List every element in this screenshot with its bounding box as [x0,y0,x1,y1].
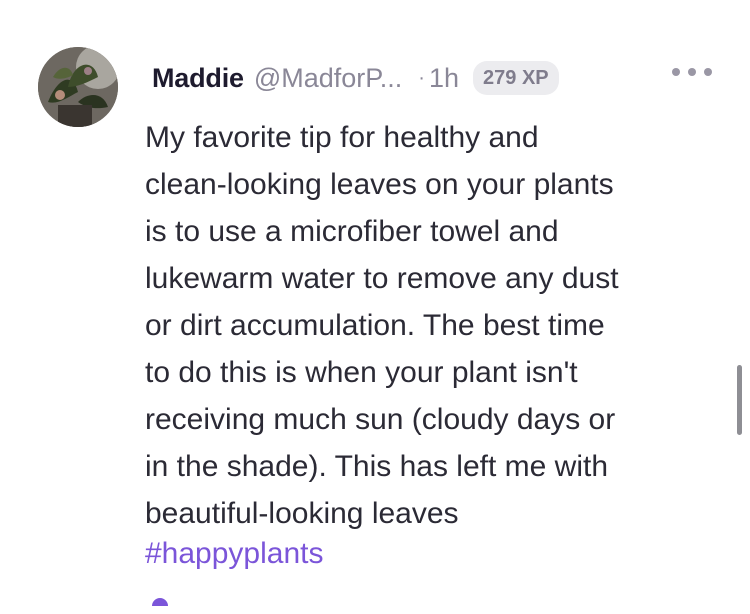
post-card: Maddie @MadforP... · 1h 279 XP My favori… [0,0,750,614]
more-dot [672,68,680,76]
author-name[interactable]: Maddie [152,63,244,94]
avatar[interactable] [38,47,118,127]
more-dot [704,68,712,76]
timestamp: 1h [428,62,460,93]
hashtag-link[interactable]: #happyplants [145,530,323,577]
scrollbar[interactable] [737,365,742,435]
more-dot [688,68,696,76]
reaction-icon[interactable] [152,598,168,606]
post-header: Maddie @MadforP... · 1h 279 XP [152,56,559,100]
plant-avatar-image [38,47,118,127]
post-body: My favorite tip for healthy and clean-lo… [145,121,619,530]
more-options-icon[interactable] [672,63,712,81]
xp-badge: 279 XP [473,61,559,95]
author-handle[interactable]: @MadforP... [254,63,402,94]
separator-dot: · [418,66,425,89]
